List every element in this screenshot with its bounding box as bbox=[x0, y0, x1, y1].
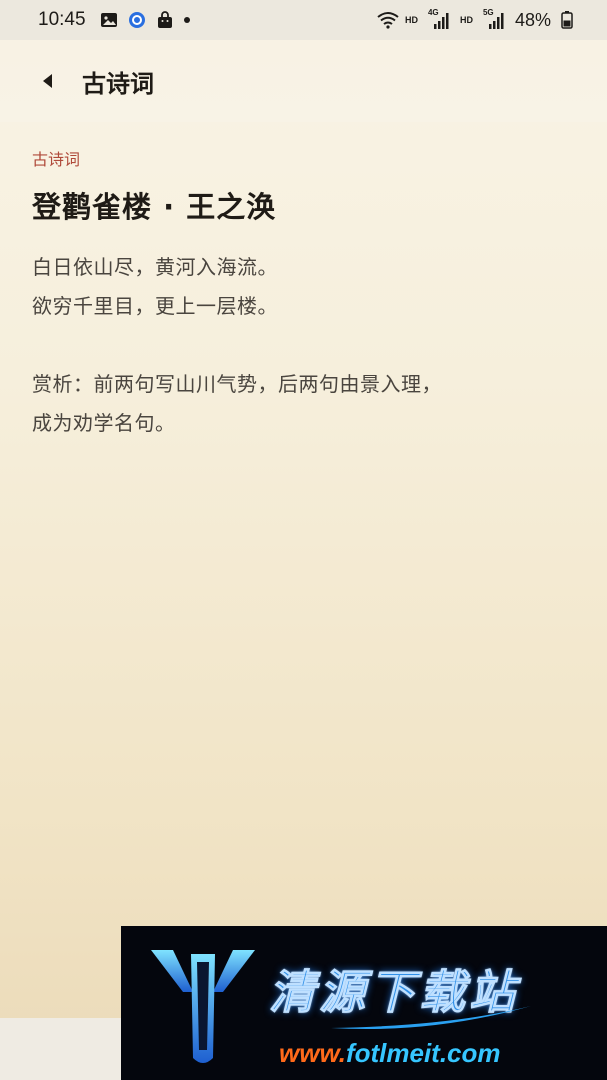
status-right: HD 4G HD 5G 48% bbox=[377, 8, 579, 31]
poem-line: 白日依山尽，黄河入海流。 bbox=[32, 255, 278, 279]
app-header: 古诗词 bbox=[0, 40, 607, 122]
poem-title: 登鹳雀楼 · 王之涣 bbox=[32, 190, 277, 224]
status-time: 10:45 bbox=[38, 9, 86, 30]
status-bar: 10:45 HD 4G HD 5G 48% bbox=[0, 0, 607, 40]
watermark-url-prefix: www. bbox=[279, 1038, 346, 1068]
back-button[interactable] bbox=[30, 63, 66, 99]
poem-content: 古诗词 登鹳雀楼 · 王之涣 白日依山尽，黄河入海流。 欲穷千里目，更上一层楼。… bbox=[32, 146, 577, 443]
gallery-icon bbox=[100, 11, 118, 29]
hd-label-2: HD bbox=[459, 15, 473, 25]
messaging-icon bbox=[128, 11, 146, 29]
status-left: 10:45 bbox=[38, 9, 190, 31]
watermark-url: www.fotlmeit.com bbox=[279, 1038, 501, 1069]
wifi-icon bbox=[377, 11, 399, 29]
category-label: 古诗词 bbox=[32, 150, 81, 169]
watermark-swoosh bbox=[331, 1006, 531, 1030]
watermark-banner: 清源下载站 www.fotlmeit.com bbox=[121, 926, 607, 1080]
battery-percentage: 48% bbox=[514, 9, 551, 30]
watermark-logo-icon bbox=[151, 950, 255, 1063]
page-title: 古诗词 bbox=[82, 69, 154, 98]
battery-icon bbox=[561, 11, 579, 29]
analysis-line: 成为劝学名句。 bbox=[32, 411, 176, 435]
shopping-bag-icon bbox=[156, 11, 174, 29]
hd-label: HD bbox=[404, 15, 418, 25]
5g-signal-icon: 5G bbox=[483, 8, 505, 30]
analysis-line: 赏析：前两句写山川气势，后两句由景入理， bbox=[32, 372, 442, 396]
poem-line: 欲穷千里目，更上一层楼。 bbox=[32, 294, 278, 318]
watermark-url-domain: fotlmeit.com bbox=[345, 1038, 501, 1068]
poem-analysis: 赏析：前两句写山川气势，后两句由景入理， 成为劝学名句。 bbox=[32, 365, 577, 443]
poem-body: 白日依山尽，黄河入海流。 欲穷千里目，更上一层楼。 bbox=[32, 248, 577, 326]
back-arrow-icon bbox=[43, 74, 52, 88]
4g-signal-icon: 4G bbox=[428, 8, 450, 30]
more-dot-icon bbox=[183, 17, 190, 23]
